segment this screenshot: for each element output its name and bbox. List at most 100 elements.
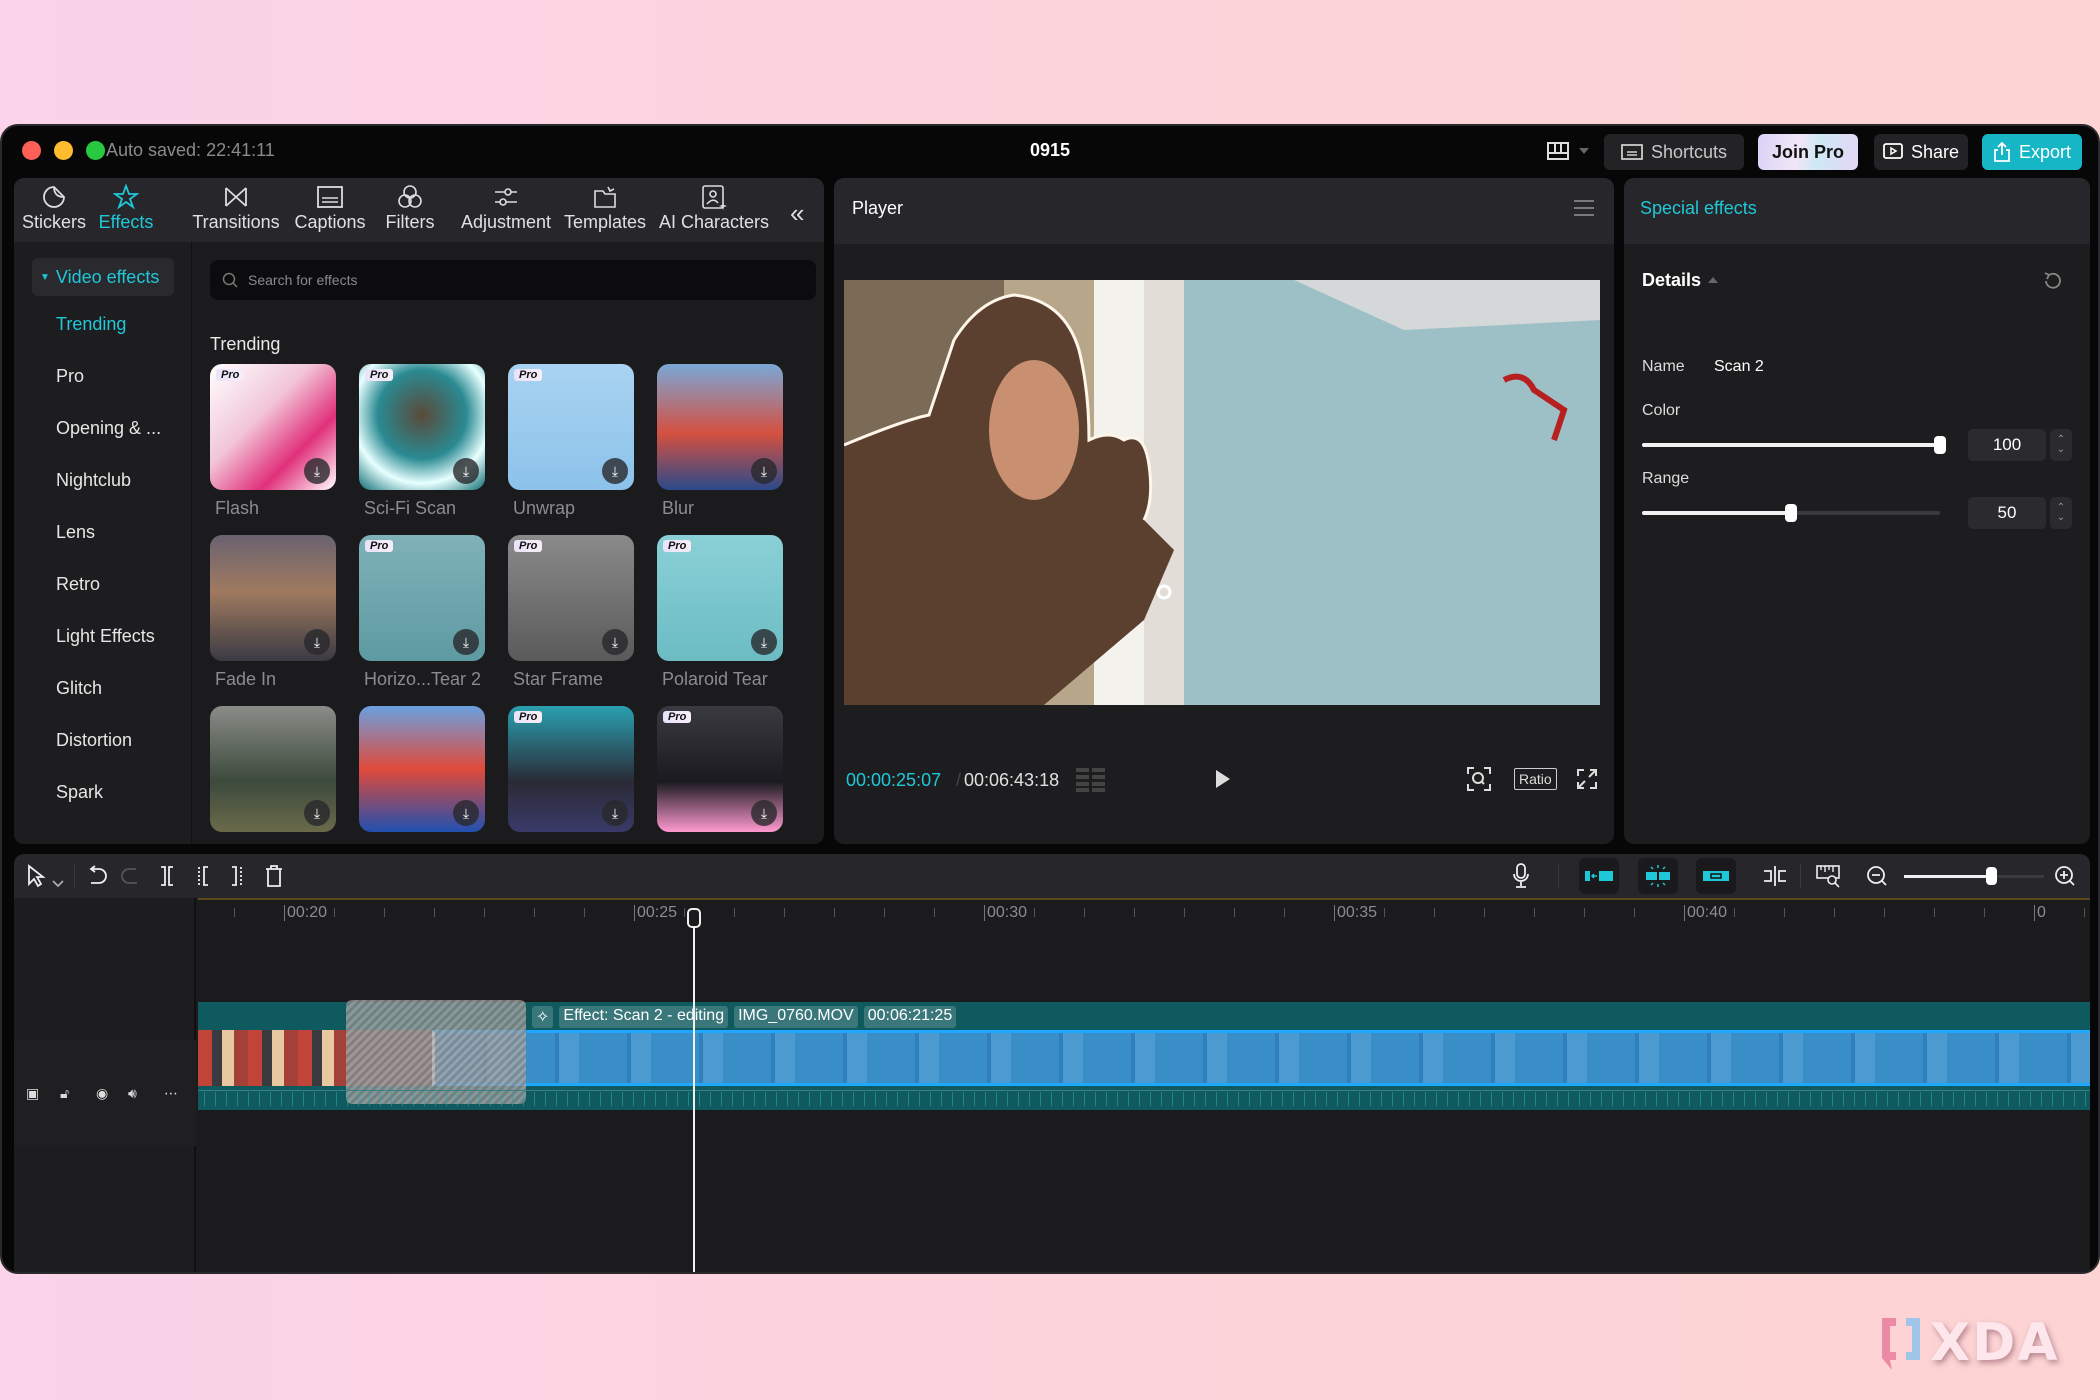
category-nightclub[interactable]: Nightclub: [56, 470, 131, 491]
download-icon[interactable]: ⤓: [453, 800, 479, 826]
range-stepper[interactable]: ⌃ ⌄: [2050, 497, 2072, 529]
select-cursor-icon[interactable]: [26, 862, 46, 890]
effect-card[interactable]: Pro ⤓ Sci-Fi Scan: [359, 364, 485, 519]
effect-card[interactable]: ⤓ Fade In: [210, 535, 336, 690]
effect-thumbnail[interactable]: ⤓: [210, 706, 336, 832]
play-button[interactable]: [1216, 770, 1230, 788]
previous-clip[interactable]: [198, 1030, 348, 1086]
split-icon[interactable]: [158, 862, 176, 890]
linkage-button[interactable]: [1696, 858, 1736, 894]
effect-card[interactable]: Pro ⤓ Unwrap: [508, 364, 634, 519]
microphone-icon[interactable]: [1512, 862, 1530, 890]
effect-thumbnail[interactable]: Pro ⤓: [657, 535, 783, 661]
preview-axis-icon[interactable]: [1762, 862, 1788, 890]
category-retro[interactable]: Retro: [56, 574, 100, 595]
color-slider[interactable]: [1642, 436, 1946, 454]
range-slider[interactable]: [1642, 504, 1940, 522]
delete-icon[interactable]: [264, 862, 284, 890]
category-lens[interactable]: Lens: [56, 522, 95, 543]
download-icon[interactable]: ⤓: [751, 629, 777, 655]
zoom-out-icon[interactable]: [1866, 862, 1888, 890]
zoom-slider-knob[interactable]: [1985, 867, 1997, 885]
fullscreen-icon[interactable]: [1576, 768, 1598, 790]
download-icon[interactable]: ⤓: [304, 629, 330, 655]
timeline-zoom-slider[interactable]: [1904, 867, 2044, 885]
reset-icon[interactable]: [2042, 270, 2064, 292]
effect-thumbnail[interactable]: ⤓: [657, 364, 783, 490]
details-section-toggle[interactable]: Details: [1642, 270, 1701, 291]
auto-snap-button[interactable]: [1579, 858, 1619, 894]
download-icon[interactable]: ⤓: [751, 800, 777, 826]
tab-transitions[interactable]: Transitions: [186, 182, 286, 240]
color-value-input[interactable]: 100: [1968, 429, 2046, 461]
cover-icon[interactable]: ▣: [26, 1085, 39, 1102]
effect-thumbnail[interactable]: Pro ⤓: [508, 535, 634, 661]
range-value-input[interactable]: 50: [1968, 497, 2046, 529]
effect-thumbnail[interactable]: ⤓: [359, 706, 485, 832]
color-slider-knob[interactable]: [1934, 436, 1946, 454]
effect-thumbnail[interactable]: Pro ⤓: [359, 364, 485, 490]
playhead[interactable]: [693, 916, 695, 1272]
ratio-button[interactable]: Ratio: [1514, 768, 1557, 790]
timeline-ruler[interactable]: 00:20 00:25 00:30 00:35 00:40 0: [198, 898, 2090, 932]
effects-search-input[interactable]: Search for effects: [210, 260, 816, 300]
trim-right-icon[interactable]: [228, 862, 246, 890]
effect-card[interactable]: ⤓: [210, 706, 336, 832]
tab-stickers[interactable]: Stickers: [20, 182, 88, 240]
category-light-effects[interactable]: Light Effects: [56, 626, 155, 647]
effect-card[interactable]: ⤓: [359, 706, 485, 832]
shortcuts-button[interactable]: Shortcuts: [1604, 134, 1744, 170]
redo-icon[interactable]: [120, 862, 142, 890]
range-slider-knob[interactable]: [1785, 504, 1797, 522]
category-group-video-effects[interactable]: ▼ Video effects: [32, 258, 174, 296]
magnet-snap-button[interactable]: [1638, 858, 1678, 894]
download-icon[interactable]: ⤓: [453, 458, 479, 484]
layout-switch-button[interactable]: [1547, 138, 1597, 164]
tab-effects[interactable]: Effects: [94, 182, 158, 240]
category-distortion[interactable]: Distortion: [56, 730, 132, 751]
color-stepper[interactable]: ⌃ ⌄: [2050, 429, 2072, 461]
more-icon[interactable]: ⋯: [164, 1085, 178, 1102]
tab-ai-characters[interactable]: AI Characters: [656, 182, 772, 240]
zoom-fit-icon[interactable]: [1466, 766, 1492, 792]
download-icon[interactable]: ⤓: [602, 458, 628, 484]
effect-thumbnail[interactable]: Pro ⤓: [210, 364, 336, 490]
category-trending[interactable]: Trending: [56, 314, 126, 335]
effect-thumbnail[interactable]: Pro ⤓: [359, 535, 485, 661]
effect-card[interactable]: Pro ⤓ Star Frame: [508, 535, 634, 690]
effect-card[interactable]: ⤓ Blur: [657, 364, 783, 519]
effect-card[interactable]: Pro ⤓ Polaroid Tear: [657, 535, 783, 690]
player-menu-icon[interactable]: [1574, 200, 1594, 221]
tab-filters[interactable]: Filters: [380, 182, 440, 240]
zoom-to-fit-timeline-icon[interactable]: [1816, 862, 1842, 890]
lock-icon[interactable]: 🔓︎: [60, 1085, 69, 1102]
effect-card[interactable]: Pro ⤓ Flash: [210, 364, 336, 519]
download-icon[interactable]: ⤓: [453, 629, 479, 655]
tab-adjustment[interactable]: Adjustment: [454, 182, 558, 240]
effect-thumbnail[interactable]: ⤓: [210, 535, 336, 661]
video-preview[interactable]: [844, 280, 1600, 705]
effect-thumbnail[interactable]: Pro ⤓: [508, 364, 634, 490]
category-opening[interactable]: Opening & ...: [56, 418, 161, 439]
effect-thumbnail[interactable]: Pro ⤓: [508, 706, 634, 832]
download-icon[interactable]: ⤓: [602, 629, 628, 655]
effect-card[interactable]: Pro ⤓: [657, 706, 783, 832]
download-icon[interactable]: ⤓: [304, 800, 330, 826]
playhead-handle[interactable]: [687, 908, 701, 928]
effect-card[interactable]: Pro ⤓: [508, 706, 634, 832]
category-pro[interactable]: Pro: [56, 366, 84, 387]
download-icon[interactable]: ⤓: [304, 458, 330, 484]
category-spark[interactable]: Spark: [56, 782, 103, 803]
collapse-panel-button[interactable]: «: [790, 198, 804, 229]
export-button[interactable]: Export: [1982, 134, 2082, 170]
zoom-in-icon[interactable]: [2054, 862, 2076, 890]
download-icon[interactable]: ⤓: [602, 800, 628, 826]
category-glitch[interactable]: Glitch: [56, 678, 102, 699]
trim-left-icon[interactable]: [194, 862, 212, 890]
undo-icon[interactable]: [86, 862, 108, 890]
tab-templates[interactable]: Templates: [562, 182, 648, 240]
share-button[interactable]: Share: [1874, 134, 1968, 170]
tab-special-effects[interactable]: Special effects: [1640, 198, 1757, 219]
effect-thumbnail[interactable]: Pro ⤓: [657, 706, 783, 832]
eye-icon[interactable]: ◉: [96, 1085, 108, 1102]
